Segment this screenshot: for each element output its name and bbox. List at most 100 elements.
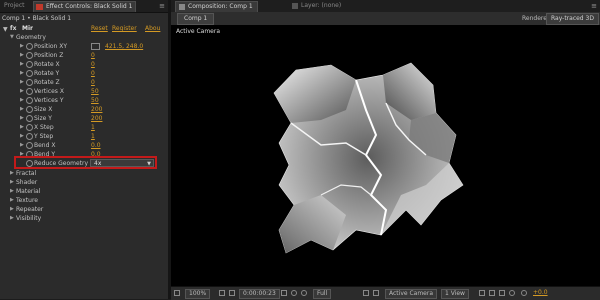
expand-triangle-icon[interactable]: ▶ (20, 114, 24, 123)
expand-triangle-icon[interactable]: ▶ (20, 123, 24, 132)
expand-triangle-icon[interactable]: ▶ (10, 178, 14, 187)
stopwatch-icon[interactable] (26, 142, 33, 149)
transparency-grid-icon[interactable] (373, 290, 379, 296)
expand-triangle-icon[interactable]: ▶ (20, 78, 24, 87)
stopwatch-icon[interactable] (26, 79, 33, 86)
channel-icon[interactable] (301, 290, 307, 296)
expand-triangle-icon[interactable]: ▶ (10, 169, 14, 178)
expand-triangle-icon[interactable]: ▼ (10, 33, 14, 42)
view-layout-dropdown[interactable]: 1 View (441, 289, 469, 299)
exposure-value[interactable]: +0.0 (533, 289, 548, 297)
region-of-interest-icon[interactable] (363, 290, 369, 296)
lock-icon[interactable] (36, 4, 43, 10)
property-value[interactable]: 0 (91, 69, 95, 78)
register-link[interactable]: Register (112, 25, 137, 32)
stopwatch-icon[interactable] (26, 70, 33, 77)
expand-triangle-icon[interactable]: ▶ (20, 60, 24, 69)
group-material[interactable]: ▶ Material (0, 187, 168, 196)
property-label: Vertices X (34, 88, 64, 95)
property-value[interactable]: 1 (91, 132, 95, 141)
mask-icon[interactable] (229, 290, 235, 296)
renderer-button[interactable]: Ray-traced 3D (546, 13, 599, 25)
property-label: Vertices Y (34, 97, 64, 104)
left-tab-bar: Project Effect Controls: Black Solid 1 ≡ (0, 0, 168, 13)
camera-dropdown[interactable]: Active Camera (385, 289, 438, 299)
effect-controls-panel: Project Effect Controls: Black Solid 1 ≡… (0, 0, 168, 299)
expand-triangle-icon[interactable]: ▶ (20, 132, 24, 141)
stopwatch-icon[interactable] (26, 115, 33, 122)
panel-menu-icon[interactable]: ≡ (159, 2, 165, 10)
expand-triangle-icon[interactable]: ▶ (20, 87, 24, 96)
expand-triangle-icon[interactable]: ▶ (10, 187, 14, 196)
timecode-field[interactable]: 0:00:00:23 (239, 289, 280, 299)
about-link[interactable]: Abou (145, 25, 160, 32)
stopwatch-icon[interactable] (26, 124, 33, 131)
property-label: X Step (34, 124, 54, 131)
expand-triangle-icon[interactable]: ▶ (20, 105, 24, 114)
expand-triangle-icon[interactable]: ▶ (20, 141, 24, 150)
stopwatch-icon[interactable] (26, 61, 33, 68)
grid-icon[interactable] (219, 290, 225, 296)
property-value[interactable]: 0 (91, 51, 95, 60)
geometry-group[interactable]: ▼ Geometry (0, 33, 168, 42)
flowchart-icon[interactable] (509, 290, 515, 296)
property-value[interactable]: 50 (91, 96, 99, 105)
property-row-vertices-x: ▶ Vertices X 50 (0, 87, 168, 96)
property-row-rotate-x: ▶ Rotate X 0 (0, 60, 168, 69)
pixel-aspect-icon[interactable] (479, 290, 485, 296)
property-value[interactable]: 50 (91, 87, 99, 96)
tab-effect-controls[interactable]: Effect Controls: Black Solid 1 (33, 1, 137, 12)
exposure-reset-icon[interactable] (521, 290, 527, 296)
comp-tab[interactable]: Comp 1 (177, 13, 215, 25)
panel-menu-icon[interactable]: ≡ (591, 2, 597, 10)
composition-viewer[interactable]: Active Camera (171, 25, 600, 286)
group-repeater[interactable]: ▶ Repeater (0, 205, 168, 214)
crosshair-icon[interactable] (91, 43, 100, 50)
collapse-triangle-icon[interactable]: ▼ (3, 26, 8, 33)
group-shader[interactable]: ▶ Shader (0, 178, 168, 187)
group-label: Visibility (16, 215, 42, 222)
timeline-icon[interactable] (499, 290, 505, 296)
property-row-bend-x: ▶ Bend X 0.0 (0, 141, 168, 150)
property-value[interactable]: 421.5, 248.0 (105, 42, 143, 51)
expand-triangle-icon[interactable]: ▶ (10, 196, 14, 205)
group-visibility[interactable]: ▶ Visibility (0, 214, 168, 223)
reset-link[interactable]: Reset (91, 25, 108, 32)
group-texture[interactable]: ▶ Texture (0, 196, 168, 205)
expand-triangle-icon[interactable]: ▶ (10, 205, 14, 214)
stopwatch-icon[interactable] (26, 88, 33, 95)
expand-triangle-icon[interactable]: ▶ (20, 42, 24, 51)
group-label: Texture (16, 197, 38, 204)
stopwatch-icon[interactable] (26, 52, 33, 59)
tab-project[interactable]: Project (1, 1, 28, 11)
resolution-dropdown[interactable]: Full (313, 289, 332, 299)
property-value[interactable]: 200 (91, 114, 102, 123)
property-value[interactable]: 0 (91, 60, 95, 69)
property-value[interactable]: 0.0 (91, 141, 101, 150)
property-value[interactable]: 0 (91, 78, 95, 87)
camera-snapshot-icon[interactable] (281, 290, 287, 296)
expand-triangle-icon[interactable]: ▶ (20, 51, 24, 60)
property-label: Rotate X (34, 61, 60, 68)
property-value[interactable]: 200 (91, 105, 102, 114)
stopwatch-icon[interactable] (26, 97, 33, 104)
group-label: Fractal (16, 170, 37, 177)
show-snapshot-icon[interactable] (291, 290, 297, 296)
tab-layer[interactable]: Layer: (none) (291, 1, 341, 11)
composition-icon (179, 4, 185, 10)
fast-previews-icon[interactable] (489, 290, 495, 296)
property-label: Rotate Y (34, 70, 60, 77)
expand-triangle-icon[interactable]: ▶ (20, 96, 24, 105)
effect-name: Mir (22, 25, 33, 32)
stopwatch-icon[interactable] (26, 133, 33, 140)
always-preview-icon[interactable] (174, 290, 180, 296)
stopwatch-icon[interactable] (26, 106, 33, 113)
tab-composition[interactable]: Composition: Comp 1 (175, 1, 258, 12)
stopwatch-icon[interactable] (26, 43, 33, 50)
group-fractal[interactable]: ▶ Fractal (0, 169, 168, 178)
zoom-dropdown[interactable]: 100% (185, 289, 211, 299)
fx-toggle-icon[interactable]: fx (10, 25, 16, 32)
property-value[interactable]: 1 (91, 123, 95, 132)
expand-triangle-icon[interactable]: ▶ (10, 214, 14, 223)
expand-triangle-icon[interactable]: ▶ (20, 69, 24, 78)
